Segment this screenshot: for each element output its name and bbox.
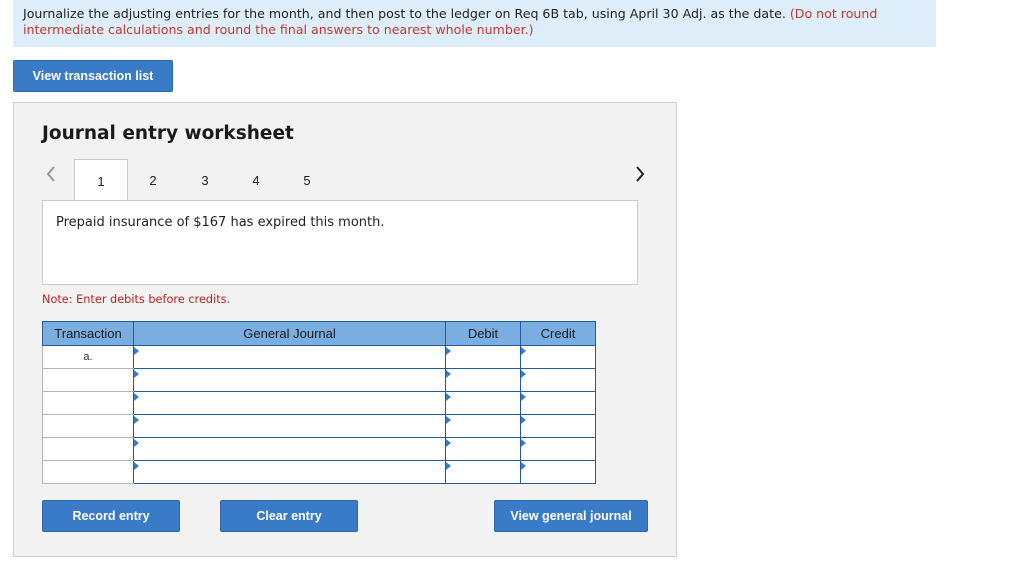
debit-input[interactable] [446, 461, 520, 483]
dropdown-marker-icon [446, 393, 451, 401]
transaction-cell [42, 460, 134, 484]
account-input[interactable] [134, 461, 445, 483]
dropdown-marker-icon [446, 416, 451, 424]
credit-input[interactable] [521, 392, 595, 414]
credit-input[interactable] [521, 346, 595, 368]
account-input[interactable] [134, 438, 445, 460]
transaction-description: Prepaid insurance of $167 has expired th… [42, 200, 638, 285]
credit-cell[interactable] [520, 368, 596, 392]
table-row [42, 368, 596, 392]
view-transaction-list-button[interactable]: View transaction list [13, 60, 173, 92]
credit-input[interactable] [521, 438, 595, 460]
header-general-journal: General Journal [133, 321, 446, 346]
credit-input[interactable] [521, 461, 595, 483]
dropdown-marker-icon [134, 370, 139, 378]
debit-input[interactable] [446, 392, 520, 414]
account-cell[interactable] [133, 414, 446, 438]
instructions-text: Journalize the adjusting entries for the… [23, 6, 786, 21]
dropdown-marker-icon [446, 462, 451, 470]
header-credit: Credit [520, 321, 596, 346]
dropdown-marker-icon [134, 416, 139, 424]
worksheet-title: Journal entry worksheet [42, 123, 294, 144]
debit-cell[interactable] [445, 368, 521, 392]
credit-cell[interactable] [520, 460, 596, 484]
tab-1[interactable]: 1 [74, 159, 128, 202]
table-row: a. [42, 345, 596, 369]
instructions-banner: Journalize the adjusting entries for the… [13, 0, 936, 47]
journal-entry-worksheet: Journal entry worksheet 1 2 3 4 5 Prepai… [13, 102, 677, 557]
table-row [42, 437, 596, 461]
credit-cell[interactable] [520, 345, 596, 369]
header-transaction: Transaction [42, 321, 134, 346]
debit-cell[interactable] [445, 414, 521, 438]
debit-cell[interactable] [445, 437, 521, 461]
credit-input[interactable] [521, 369, 595, 391]
description-text: Prepaid insurance of $167 has expired th… [56, 215, 385, 230]
dropdown-marker-icon [134, 439, 139, 447]
dropdown-marker-icon [521, 416, 526, 424]
debit-cell[interactable] [445, 460, 521, 484]
view-general-journal-button[interactable]: View general journal [494, 500, 648, 532]
journal-header-row: Transaction General Journal Debit Credit [42, 321, 596, 346]
debit-input[interactable] [446, 438, 520, 460]
credit-input[interactable] [521, 415, 595, 437]
account-cell[interactable] [133, 437, 446, 461]
dropdown-marker-icon [134, 462, 139, 470]
transaction-cell [42, 391, 134, 415]
tab-3[interactable]: 3 [178, 159, 232, 201]
previous-tab-button[interactable] [43, 163, 59, 185]
account-cell[interactable] [133, 368, 446, 392]
account-input[interactable] [134, 346, 445, 368]
dropdown-marker-icon [446, 347, 451, 355]
header-debit: Debit [445, 321, 521, 346]
credit-cell[interactable] [520, 414, 596, 438]
dropdown-marker-icon [521, 439, 526, 447]
clear-entry-button[interactable]: Clear entry [220, 500, 358, 532]
chevron-right-icon [636, 166, 645, 182]
transaction-cell [42, 368, 134, 392]
dropdown-marker-icon [134, 347, 139, 355]
next-tab-button[interactable] [632, 163, 648, 185]
debits-before-credits-note: Note: Enter debits before credits. [42, 293, 231, 306]
account-cell[interactable] [133, 391, 446, 415]
table-row [42, 460, 596, 484]
dropdown-marker-icon [134, 393, 139, 401]
account-cell[interactable] [133, 460, 446, 484]
debit-input[interactable] [446, 369, 520, 391]
chevron-left-icon [46, 166, 55, 182]
dropdown-marker-icon [521, 393, 526, 401]
dropdown-marker-icon [446, 439, 451, 447]
debit-input[interactable] [446, 346, 520, 368]
debit-cell[interactable] [445, 345, 521, 369]
account-input[interactable] [134, 392, 445, 414]
record-entry-button[interactable]: Record entry [42, 500, 180, 532]
tab-4[interactable]: 4 [229, 159, 283, 201]
debit-input[interactable] [446, 415, 520, 437]
dropdown-marker-icon [446, 370, 451, 378]
tab-5[interactable]: 5 [280, 159, 334, 201]
account-cell[interactable] [133, 345, 446, 369]
tab-2[interactable]: 2 [126, 159, 180, 201]
credit-cell[interactable] [520, 437, 596, 461]
credit-cell[interactable] [520, 391, 596, 415]
debit-cell[interactable] [445, 391, 521, 415]
transaction-cell: a. [42, 345, 134, 369]
dropdown-marker-icon [521, 462, 526, 470]
journal-table: Transaction General Journal Debit Credit… [42, 321, 596, 484]
table-row [42, 414, 596, 438]
dropdown-marker-icon [521, 347, 526, 355]
dropdown-marker-icon [521, 370, 526, 378]
account-input[interactable] [134, 415, 445, 437]
table-row [42, 391, 596, 415]
transaction-cell [42, 414, 134, 438]
account-input[interactable] [134, 369, 445, 391]
transaction-cell [42, 437, 134, 461]
